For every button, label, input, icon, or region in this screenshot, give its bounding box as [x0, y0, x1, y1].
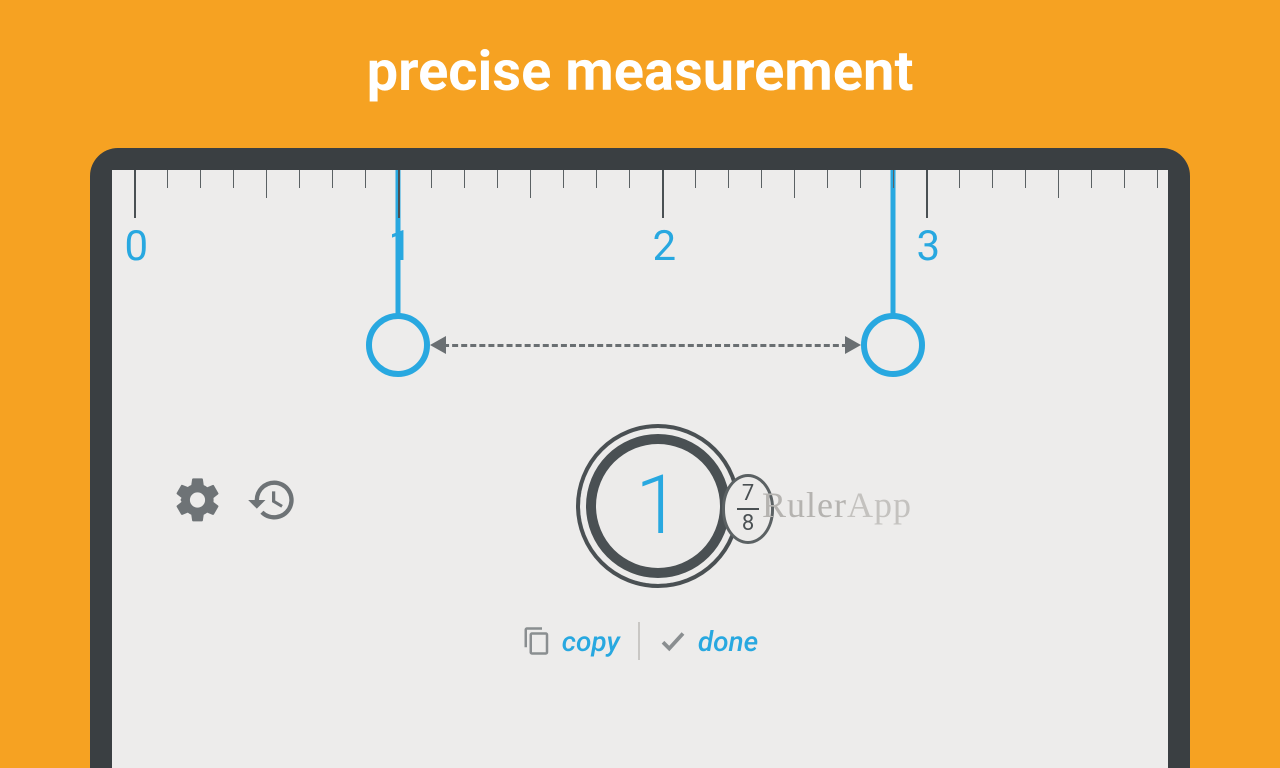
arrow-left-icon: [430, 336, 446, 354]
ruler-tick: [332, 170, 333, 188]
ruler-tick: [926, 170, 928, 218]
marker-left-handle[interactable]: [366, 313, 430, 377]
settings-button[interactable]: [172, 474, 224, 526]
result-whole: 1: [576, 424, 740, 588]
ruler-tick: [464, 170, 465, 188]
action-divider: [638, 622, 640, 660]
measurement-result[interactable]: 1 7 8: [576, 424, 740, 588]
ruler-tick: [530, 170, 531, 198]
ruler-tick: [1091, 170, 1092, 188]
marker-right-handle[interactable]: [861, 313, 925, 377]
ruler-tick: [761, 170, 762, 188]
ruler-tick: [860, 170, 861, 188]
ruler-tick: [1157, 170, 1158, 188]
copy-label: copy: [562, 625, 620, 658]
ruler-tick: [167, 170, 168, 188]
ruler-label-2: 2: [653, 222, 677, 271]
gear-icon: [172, 474, 224, 526]
ruler-tick: [893, 170, 894, 188]
app-brand: RulerApp: [762, 484, 912, 526]
ruler-tick: [299, 170, 300, 188]
ruler-tick: [1058, 170, 1059, 198]
ruler-tick: [827, 170, 828, 188]
fraction-bar: [737, 508, 759, 510]
ruler-tick: [959, 170, 960, 188]
hero-title: precise measurement: [0, 0, 1280, 104]
brand-part2: App: [847, 485, 912, 525]
ruler-tick: [134, 170, 136, 218]
copy-button[interactable]: copy: [522, 625, 620, 658]
ruler-tick: [662, 170, 664, 218]
fraction-denominator: 8: [742, 513, 754, 535]
measure-span-line: [434, 344, 857, 347]
done-label: done: [698, 625, 758, 658]
ruler-tick: [365, 170, 366, 188]
ruler-tick: [266, 170, 267, 198]
done-button[interactable]: done: [658, 625, 758, 658]
check-icon: [658, 626, 688, 656]
ruler-label-0: 0: [125, 222, 149, 271]
ruler-tick: [794, 170, 795, 198]
ruler-tick: [1025, 170, 1026, 188]
device-frame: 0 1 2 3 1: [90, 148, 1190, 768]
ruler-label-3: 3: [917, 222, 941, 271]
ruler-tick: [629, 170, 630, 188]
ruler-tick: [398, 170, 400, 218]
ruler-tick: [563, 170, 564, 188]
ruler-surface: 0 1 2 3 1: [112, 170, 1168, 768]
brand-part1: Ruler: [762, 485, 847, 525]
ruler-tick: [1124, 170, 1125, 188]
marker-right-line[interactable]: [891, 170, 896, 315]
ruler-tick: [695, 170, 696, 188]
ruler-tick: [992, 170, 993, 188]
ruler-tick: [728, 170, 729, 188]
ruler-tick: [497, 170, 498, 188]
arrow-right-icon: [845, 336, 861, 354]
ruler-tick: [200, 170, 201, 188]
copy-icon: [522, 626, 552, 656]
history-icon: [246, 474, 298, 526]
history-button[interactable]: [246, 474, 298, 526]
fraction-numerator: 7: [742, 483, 754, 505]
side-toolbar: [172, 474, 298, 526]
ruler-tick: [596, 170, 597, 188]
ruler-tick: [431, 170, 432, 188]
actions-row: copy done: [112, 622, 1168, 660]
ruler-tick: [233, 170, 234, 188]
